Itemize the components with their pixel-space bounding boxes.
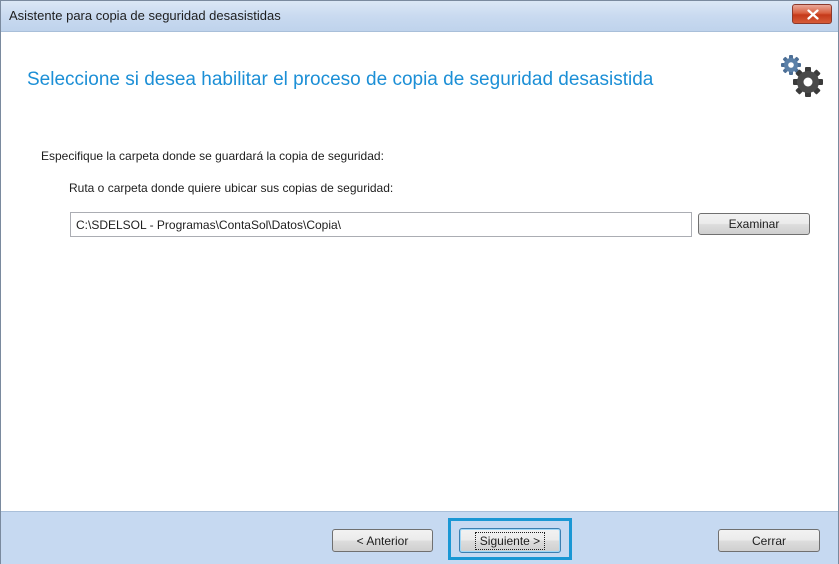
back-button[interactable]: < Anterior	[332, 529, 433, 552]
close-dialog-button[interactable]: Cerrar	[718, 529, 820, 552]
close-x-icon	[807, 9, 819, 20]
folder-label: Especifique la carpeta donde se guardará…	[41, 149, 384, 163]
window-title: Asistente para copia de seguridad desasi…	[9, 8, 281, 23]
browse-button[interactable]: Examinar	[698, 213, 810, 235]
path-input[interactable]	[70, 212, 692, 237]
next-button-label: Siguiente >	[474, 531, 546, 550]
next-button[interactable]: Siguiente >	[459, 528, 561, 553]
title-bar[interactable]: Asistente para copia de seguridad desasi…	[1, 1, 838, 32]
path-label: Ruta o carpeta donde quiere ubicar sus c…	[69, 181, 394, 195]
close-button[interactable]	[792, 4, 832, 24]
wizard-window: Asistente para copia de seguridad desasi…	[0, 0, 839, 564]
gears-icon	[781, 55, 823, 97]
page-heading: Seleccione si desea habilitar el proceso…	[27, 69, 654, 90]
